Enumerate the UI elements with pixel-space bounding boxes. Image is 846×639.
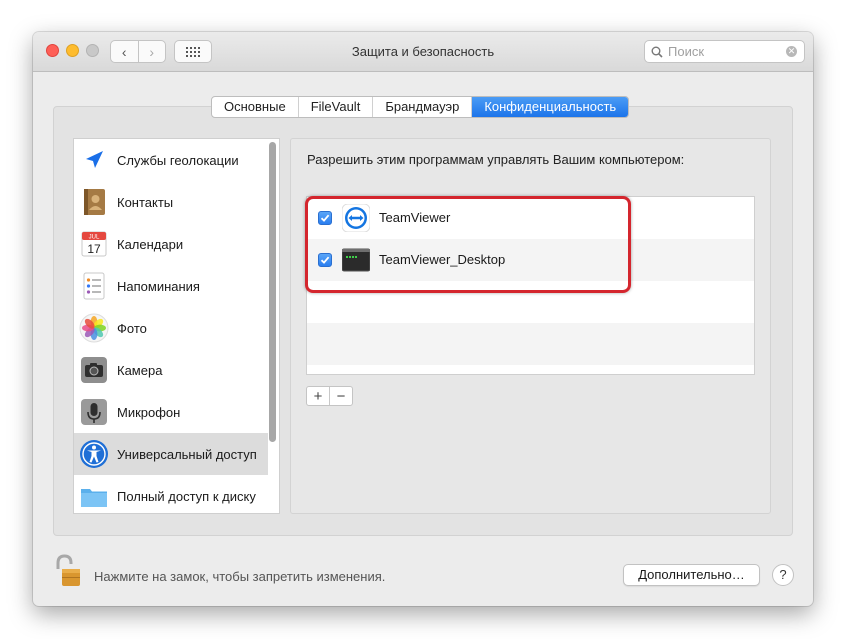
sidebar-item-contacts[interactable]: Контакты xyxy=(74,181,268,223)
app-name: TeamViewer xyxy=(379,210,451,225)
checkmark-icon xyxy=(320,256,330,264)
calendar-day: 17 xyxy=(87,242,101,256)
contacts-icon xyxy=(84,189,105,215)
terminal-exec-icon xyxy=(342,248,370,272)
app-checkbox[interactable] xyxy=(318,211,332,225)
sidebar-item-photos[interactable]: Фото xyxy=(74,307,268,349)
sidebar-item-label: Напоминания xyxy=(117,278,200,294)
list-item[interactable]: TeamViewer_Desktop xyxy=(307,239,754,281)
sidebar-item-location[interactable]: Службы геолокации xyxy=(74,139,268,181)
clear-search-icon[interactable]: ✕ xyxy=(786,46,797,57)
search-field[interactable]: ✕ xyxy=(644,40,805,63)
sidebar-item-full-disk-access[interactable]: Полный доступ к диску xyxy=(74,475,268,513)
location-icon xyxy=(86,151,103,168)
calendar-month: JUL xyxy=(89,235,100,241)
sidebar-item-calendars[interactable]: JUL 17 Календари xyxy=(74,223,268,265)
reminders-icon xyxy=(83,272,105,300)
sidebar-item-microphone[interactable]: Микрофон xyxy=(74,391,268,433)
accessibility-icon xyxy=(80,440,108,468)
lock-hint-text: Нажмите на замок, чтобы запретить измене… xyxy=(94,569,386,584)
advanced-button[interactable]: Дополнительно… xyxy=(623,564,760,586)
app-checkbox[interactable] xyxy=(318,253,332,267)
teamviewer-icon xyxy=(342,204,370,232)
add-remove-control: + − xyxy=(306,386,353,406)
titlebar: ‹ › Защита и безопасность ✕ xyxy=(33,32,813,72)
sidebar-item-reminders[interactable]: Напоминания xyxy=(74,265,268,307)
tab-filevault[interactable]: FileVault xyxy=(299,97,374,117)
sidebar-item-label: Камера xyxy=(117,362,163,378)
preferences-window: ‹ › Защита и безопасность ✕ Основные xyxy=(33,32,813,606)
add-app-button[interactable]: + xyxy=(307,387,329,405)
app-name: TeamViewer_Desktop xyxy=(379,252,506,267)
privacy-category-list: Службы геолокации Контакты JUL 17 Календ… xyxy=(73,138,280,514)
sidebar-item-label: Контакты xyxy=(117,194,174,210)
sidebar-item-label: Службы геолокации xyxy=(117,152,239,168)
tab-general[interactable]: Основные xyxy=(212,97,299,117)
lock-icon[interactable] xyxy=(54,554,84,588)
empty-row xyxy=(307,323,754,365)
search-icon xyxy=(651,46,663,58)
camera-icon xyxy=(81,357,107,383)
search-input[interactable] xyxy=(668,44,788,59)
sidebar-item-label: Универсальный доступ xyxy=(117,446,257,462)
tab-firewall[interactable]: Брандмауэр xyxy=(373,97,473,117)
sidebar-item-accessibility[interactable]: Универсальный доступ xyxy=(74,433,268,475)
tab-bar: Основные FileVault Брандмауэр Конфиденци… xyxy=(211,96,630,118)
app-list: TeamViewer TeamViewer_Desktop xyxy=(306,196,755,375)
sidebar-item-label: Фото xyxy=(117,320,147,336)
sidebar-item-label: Полный доступ к диску xyxy=(117,488,256,504)
sidebar-scrollbar[interactable] xyxy=(269,142,276,442)
checkmark-icon xyxy=(320,214,330,222)
tab-privacy[interactable]: Конфиденциальность xyxy=(472,97,629,117)
microphone-icon xyxy=(81,399,107,425)
photos-icon xyxy=(79,313,109,343)
permission-heading: Разрешить этим программам управлять Ваши… xyxy=(307,152,685,167)
remove-app-button[interactable]: − xyxy=(329,387,352,405)
sidebar-item-camera[interactable]: Камера xyxy=(74,349,268,391)
sidebar-item-label: Микрофон xyxy=(117,404,181,420)
list-item[interactable]: TeamViewer xyxy=(307,197,754,239)
calendar-icon: JUL 17 xyxy=(81,231,107,257)
folder-icon xyxy=(81,489,107,507)
sidebar-item-label: Календари xyxy=(117,236,184,252)
empty-row xyxy=(307,281,754,323)
help-button[interactable]: ? xyxy=(772,564,794,586)
